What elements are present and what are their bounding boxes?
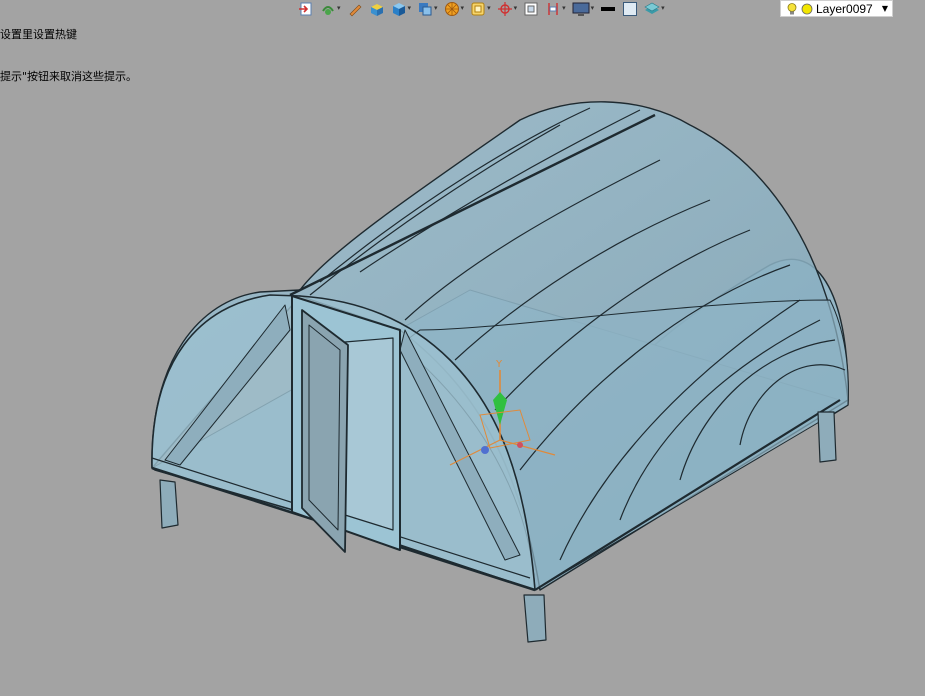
monitor-icon bbox=[572, 2, 590, 16]
frame-button[interactable] bbox=[523, 0, 539, 17]
pencil-icon bbox=[349, 4, 361, 16]
insert-button[interactable] bbox=[298, 0, 314, 17]
snap-icon bbox=[471, 2, 485, 15]
transform-gizmo[interactable]: Y bbox=[449, 359, 556, 466]
snap-button[interactable]: ▾ bbox=[470, 0, 491, 17]
front-brace-right bbox=[399, 329, 521, 561]
layer-color-icon bbox=[801, 3, 813, 14]
door-frame bbox=[291, 295, 401, 551]
layer-dropdown[interactable]: Layer0097 ▼ bbox=[780, 0, 893, 17]
bulb-icon bbox=[787, 2, 797, 14]
front-gable bbox=[151, 294, 536, 591]
front-brace-left bbox=[164, 304, 291, 466]
color-swatch-black bbox=[601, 6, 616, 11]
chevron-down-icon[interactable]: ▾ bbox=[591, 5, 595, 12]
line-color-button[interactable] bbox=[600, 0, 616, 17]
leg-front-right bbox=[523, 594, 547, 643]
chevron-down-icon[interactable]: ▾ bbox=[514, 5, 518, 12]
color-swatch-white bbox=[623, 1, 638, 16]
chevron-down-icon[interactable]: ▾ bbox=[461, 5, 465, 12]
layers-icon bbox=[644, 2, 660, 14]
monitor-button[interactable]: ▾ bbox=[572, 0, 595, 17]
leg-back-right bbox=[817, 411, 837, 463]
frame-icon bbox=[524, 2, 538, 15]
roof-shell bbox=[151, 101, 849, 591]
chevron-down-icon[interactable]: ▾ bbox=[661, 5, 665, 12]
box-icon bbox=[370, 3, 383, 16]
align-button[interactable]: ▾ bbox=[545, 0, 566, 17]
gizmo-y-label: Y bbox=[495, 359, 503, 370]
layer-name: Layer0097 bbox=[816, 1, 873, 16]
toolbar: ▾ ▾ ▾ ▾ ▾ ▾ ▾ ▾ ▾ bbox=[298, 0, 671, 17]
chevron-down-icon[interactable]: ▾ bbox=[337, 5, 341, 12]
paint-icon bbox=[322, 5, 334, 15]
ridge-beam bbox=[289, 113, 656, 297]
base-rail bbox=[151, 466, 536, 592]
align-icon bbox=[548, 2, 558, 15]
view-cube-button[interactable]: ▾ bbox=[417, 0, 438, 17]
chevron-down-icon[interactable]: ▾ bbox=[434, 5, 438, 12]
greenhouse-model bbox=[151, 101, 849, 643]
chevron-down-icon[interactable]: ▾ bbox=[408, 5, 412, 12]
command-hint: 设置里设置热键 提示"按钮来取消这些提示。 bbox=[0, 0, 137, 98]
box-button[interactable] bbox=[369, 0, 385, 17]
render-wheel-icon bbox=[444, 1, 459, 16]
roof-ribs bbox=[309, 107, 846, 561]
view-cube-icon bbox=[419, 2, 432, 15]
floor bbox=[151, 289, 841, 591]
eave-beam bbox=[534, 399, 841, 591]
fill-color-button[interactable] bbox=[622, 0, 638, 17]
door-opening bbox=[344, 337, 394, 531]
door-leaf bbox=[301, 309, 349, 553]
hint-line-1: 设置里设置热键 bbox=[0, 28, 77, 41]
render-wheel-button[interactable]: ▾ bbox=[444, 0, 465, 17]
chevron-down-icon[interactable]: ▾ bbox=[487, 5, 491, 12]
model-viewport[interactable]: Y bbox=[0, 0, 925, 696]
back-arch bbox=[531, 258, 849, 561]
leg-front-left bbox=[159, 479, 179, 529]
cube-button[interactable]: ▾ bbox=[391, 0, 412, 17]
side-panel bbox=[399, 299, 849, 591]
chevron-down-icon[interactable]: ▼ bbox=[882, 4, 888, 13]
base-rail-back bbox=[151, 457, 531, 579]
layers-button[interactable]: ▾ bbox=[644, 0, 665, 17]
chevron-down-icon[interactable]: ▾ bbox=[562, 5, 566, 12]
cube-icon bbox=[392, 2, 405, 16]
pencil-button[interactable] bbox=[347, 0, 363, 17]
hint-line-2: 提示"按钮来取消这些提示。 bbox=[0, 70, 138, 83]
axis-icon bbox=[497, 1, 512, 16]
insert-icon bbox=[299, 2, 312, 15]
paint-button[interactable]: ▾ bbox=[320, 0, 341, 17]
axis-button[interactable]: ▾ bbox=[497, 0, 518, 17]
